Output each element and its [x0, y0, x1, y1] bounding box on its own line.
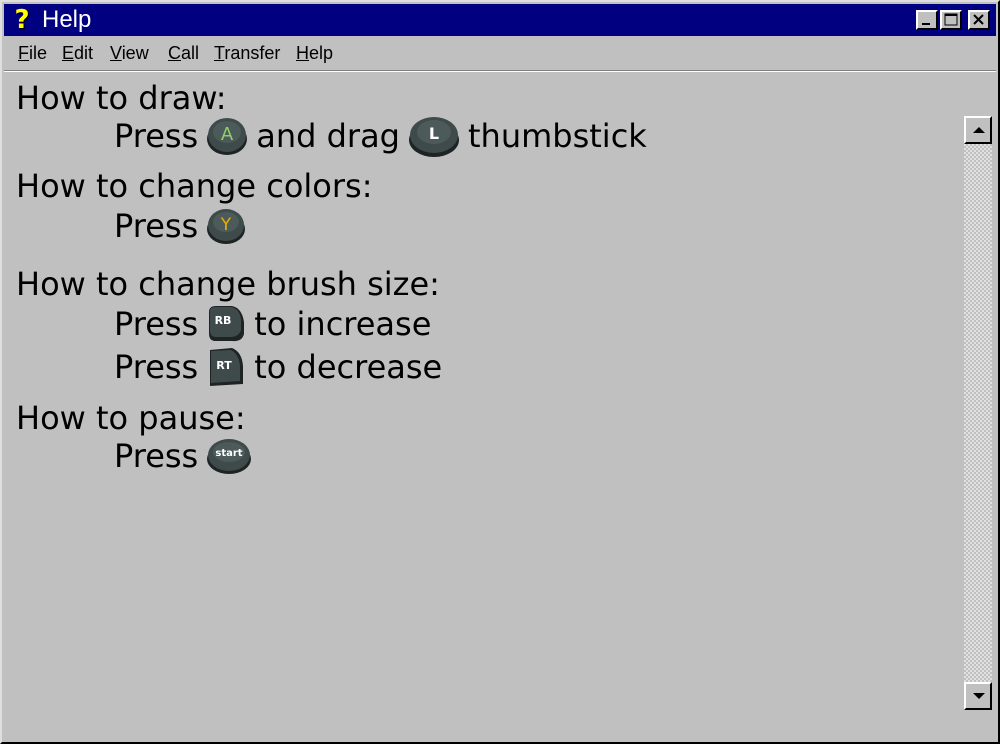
title-bar[interactable]: ? Help [4, 4, 996, 36]
press-text: Press [114, 305, 199, 343]
menu-call-rest: all [181, 43, 200, 63]
menu-edit[interactable]: Edit [62, 42, 93, 64]
l-thumbstick-icon: L [408, 117, 459, 157]
rt-label: RT [216, 359, 232, 372]
heading-pause: How to pause: [16, 399, 246, 437]
close-icon [973, 14, 984, 25]
menu-file-accel: F [18, 43, 29, 63]
and-drag-text: and drag [256, 117, 400, 155]
minimize-icon [922, 23, 930, 25]
press-text: Press [114, 117, 199, 155]
decrease-text: to decrease [254, 348, 443, 386]
heading-draw: How to draw: [16, 79, 227, 117]
thumbstick-text: thumbstick [467, 117, 647, 155]
menu-call-accel: C [168, 43, 181, 63]
vertical-scrollbar[interactable] [964, 116, 992, 710]
menu-transfer[interactable]: Transfer [214, 42, 280, 64]
increase-text: to increase [254, 305, 432, 343]
close-button[interactable] [968, 10, 990, 30]
window-title: Help [42, 6, 92, 33]
press-text: Press [114, 437, 199, 475]
scroll-down-button[interactable] [964, 682, 992, 710]
menu-file-rest: ile [29, 43, 48, 63]
menu-view-accel: V [110, 43, 122, 63]
menu-help[interactable]: Help [296, 42, 333, 64]
line-brush-decrease: Press RT to decrease [114, 346, 442, 388]
start-label: start [216, 448, 243, 459]
help-question-icon: ? [14, 5, 30, 35]
menu-bar: File Edit View Call Transfer Help [4, 38, 996, 68]
rb-label: RB [215, 314, 232, 327]
press-text: Press [114, 348, 199, 386]
a-button-icon: A [207, 118, 248, 155]
y-button-icon: Y [207, 209, 246, 244]
menu-transfer-rest: ransfer [224, 43, 281, 63]
line-colors: Press Y [114, 206, 254, 246]
line-pause: Press start [114, 436, 260, 476]
press-text: Press [114, 207, 199, 245]
menu-file[interactable]: File [18, 42, 47, 64]
heading-brush: How to change brush size: [16, 265, 440, 303]
menu-view-rest: iew [121, 43, 149, 63]
help-window: ? Help File Edit View Call Transfer Help [0, 0, 1000, 744]
arrow-up-icon [973, 127, 985, 133]
heading-colors: How to change colors: [16, 167, 373, 205]
menu-edit-rest: dit [74, 43, 94, 63]
rt-trigger-icon: RT [210, 348, 244, 386]
l-letter: L [429, 124, 439, 143]
y-letter: Y [220, 215, 232, 235]
menu-call[interactable]: Call [168, 42, 199, 64]
menu-help-rest: elp [309, 43, 334, 63]
menu-edit-accel: E [62, 43, 75, 63]
a-letter: A [221, 124, 234, 145]
maximize-icon [944, 13, 958, 26]
scroll-up-button[interactable] [964, 116, 992, 144]
menu-transfer-accel: T [214, 43, 225, 63]
line-draw: Press A and drag L thumbstick [114, 114, 647, 158]
rb-bumper-icon: RB [209, 306, 245, 342]
menu-separator [4, 70, 996, 72]
start-button-icon: start [207, 439, 252, 474]
menu-view[interactable]: View [110, 42, 149, 64]
menu-help-accel: H [296, 43, 309, 63]
help-content: How to draw: Press A and drag L thumbsti… [16, 76, 956, 736]
line-brush-increase: Press RB to increase [114, 304, 431, 344]
minimize-button[interactable] [916, 10, 938, 30]
arrow-down-icon [973, 693, 985, 699]
maximize-button[interactable] [940, 10, 962, 30]
